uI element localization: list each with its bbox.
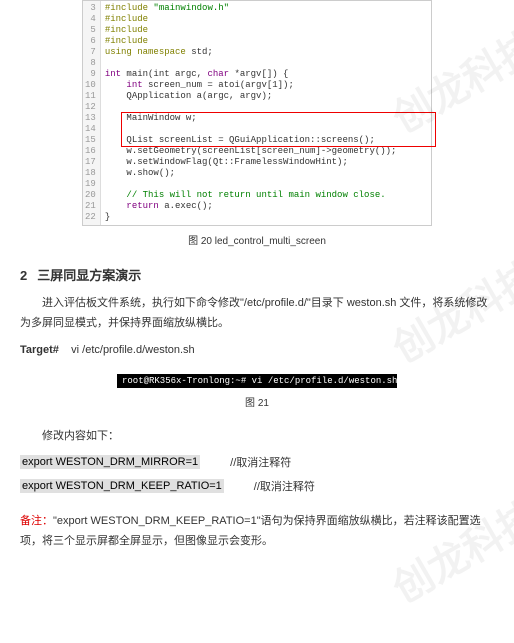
highlight-box [121, 112, 436, 147]
figure-caption: 图 21 [20, 394, 494, 409]
terminal-screenshot: root@RK356x-Tronlong:~# vi /etc/profile.… [117, 374, 397, 388]
line-number-gutter: 345678910111213141516171819202122 [83, 1, 101, 225]
command-text: vi /etc/profile.d/weston.sh [71, 344, 195, 356]
paragraph: 进入评估板文件系统，执行如下命令修改"/etc/profile.d/"目录下 w… [20, 294, 494, 334]
note-label: 备注： [20, 515, 53, 527]
section-header: 2 三屏同显方案演示 [20, 265, 494, 284]
code-content: #include "mainwindow.h"#include #include… [101, 1, 431, 225]
section-title: 三屏同显方案演示 [37, 268, 141, 283]
export-code: export WESTON_DRM_KEEP_RATIO=1 [20, 479, 224, 493]
command-prompt: Target# [20, 344, 59, 356]
export-note: //取消注释符 [254, 478, 315, 494]
command-line: Target# vi /etc/profile.d/weston.sh [20, 344, 494, 356]
export-code: export WESTON_DRM_MIRROR=1 [20, 455, 200, 469]
note-text: "export WESTON_DRM_KEEP_RATIO=1"语句为保持界面缩… [20, 515, 481, 547]
export-line: export WESTON_DRM_MIRROR=1 //取消注释符 [20, 454, 494, 470]
export-line: export WESTON_DRM_KEEP_RATIO=1 //取消注释符 [20, 478, 494, 494]
code-screenshot: 345678910111213141516171819202122 #inclu… [82, 0, 432, 226]
note-paragraph: 备注："export WESTON_DRM_KEEP_RATIO=1"语句为保持… [20, 512, 494, 552]
paragraph: 修改内容如下： [20, 427, 494, 447]
section-number: 2 [20, 268, 27, 283]
export-note: //取消注释符 [230, 454, 291, 470]
figure-caption: 图 20 led_control_multi_screen [20, 232, 494, 247]
